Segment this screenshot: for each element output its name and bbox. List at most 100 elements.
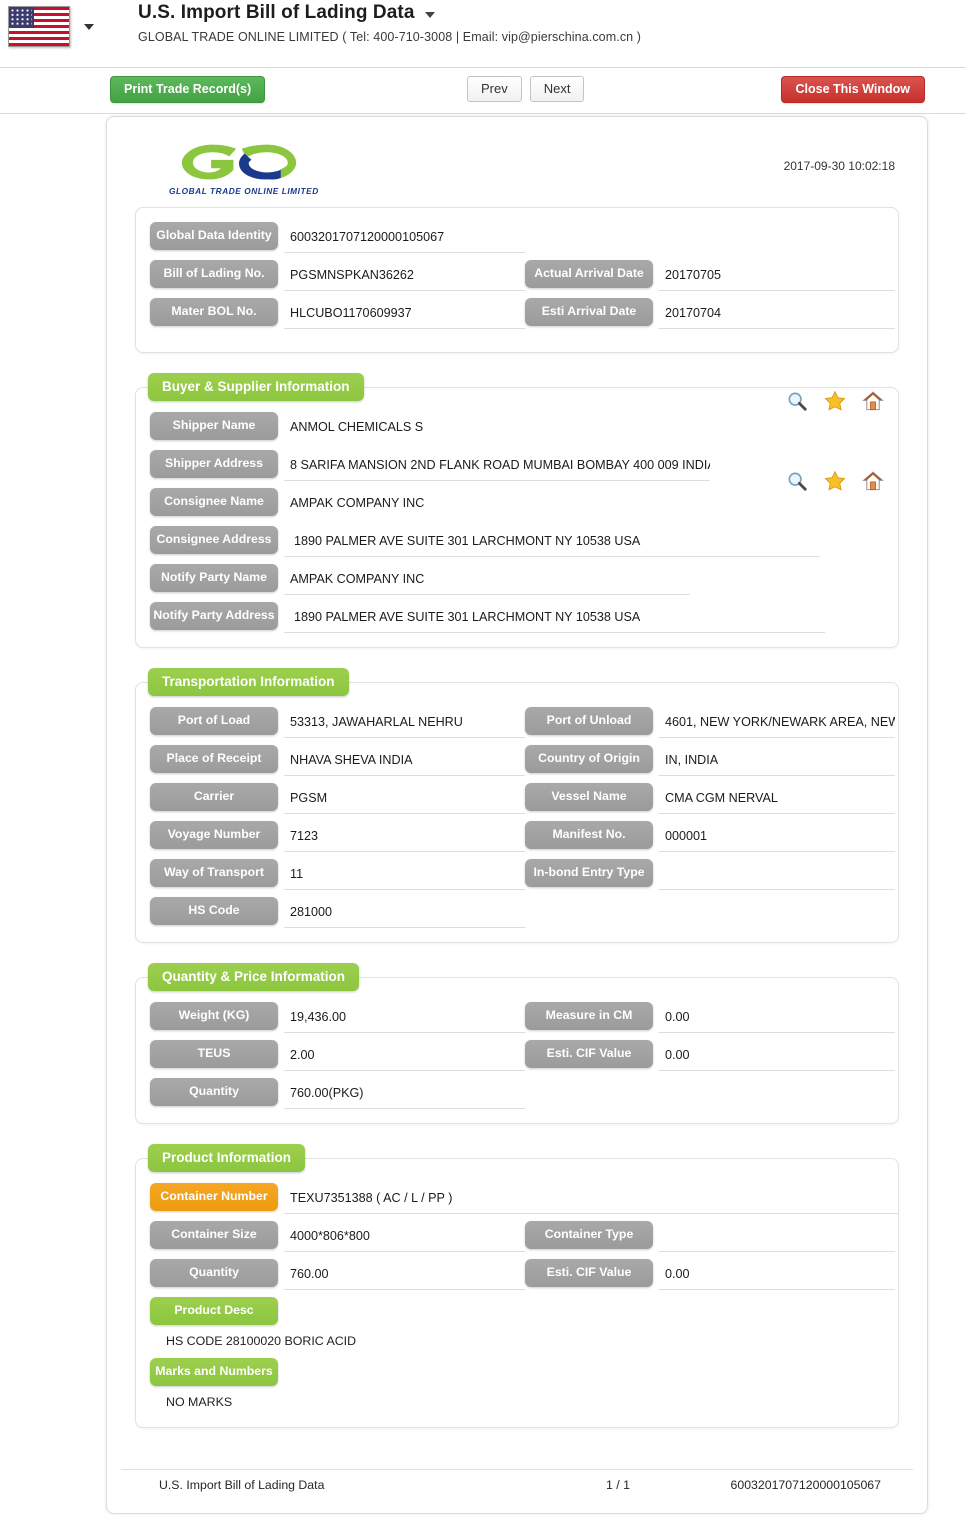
field-label: Consignee Address — [150, 526, 278, 554]
field-teus: TEUS 2.00 — [150, 1040, 525, 1071]
gto-logo: GLOBAL TRADE ONLINE LIMITED — [169, 139, 318, 196]
field-row: Shipper Name ANMOL CHEMICALS S — [150, 412, 884, 443]
field-esti-arrival-date: Esti Arrival Date 20170704 — [525, 298, 895, 329]
field-label: Port of Unload — [525, 707, 653, 735]
field-value: 1890 PALMER AVE SUITE 301 LARCHMONT NY 1… — [284, 602, 825, 633]
field-weight-kg: Weight (KG) 19,436.00 — [150, 1002, 525, 1033]
field-row: Product Desc — [150, 1297, 884, 1325]
shipper-actions — [786, 390, 884, 412]
product-desc-text: HS CODE 28100020 BORIC ACID — [166, 1333, 357, 1348]
field-consignee-name: Consignee Name AMPAK COMPANY INC — [150, 488, 710, 519]
field-product-desc-label: Product Desc — [150, 1297, 290, 1325]
field-value: 6003201707120000105067 — [284, 222, 525, 253]
field-row: Notify Party Address 1890 PALMER AVE SUI… — [150, 602, 884, 633]
field-label: Quantity — [150, 1259, 278, 1287]
field-value: 760.00(PKG) — [284, 1078, 525, 1109]
field-value: 281000 — [284, 897, 525, 928]
sheet-header: GLOBAL TRADE ONLINE LIMITED 2017-09-30 1… — [107, 131, 927, 207]
field-label: Esti. CIF Value — [525, 1259, 653, 1287]
transportation-card: Transportation Information Port of Load … — [135, 668, 899, 943]
transportation-legend: Transportation Information — [148, 668, 349, 696]
chevron-down-icon[interactable] — [84, 23, 94, 30]
identity-card: Global Data Identity 6003201707120000105… — [135, 207, 899, 353]
field-label: Container Type — [525, 1221, 653, 1249]
field-label: Esti Arrival Date — [525, 298, 653, 326]
field-row: Voyage Number 7123 Manifest No. 000001 — [150, 821, 895, 852]
field-label: Shipper Name — [150, 412, 278, 440]
field-label: Way of Transport — [150, 859, 278, 887]
next-button[interactable]: Next — [529, 76, 585, 102]
field-row: Place of Receipt NHAVA SHEVA INDIA Count… — [150, 745, 895, 776]
field-value: 7123 — [284, 821, 525, 852]
quantity-price-legend: Quantity & Price Information — [148, 963, 360, 991]
field-port-of-unload: Port of Unload 4601, NEW YORK/NEWARK ARE… — [525, 707, 895, 738]
app-header: U.S. Import Bill of Lading Data GLOBAL T… — [0, 0, 966, 68]
search-icon[interactable] — [786, 390, 808, 412]
company-contact-line: GLOBAL TRADE ONLINE LIMITED ( Tel: 400-7… — [138, 30, 642, 44]
field-mater-bol-no: Mater BOL No. HLCUBO1170609937 — [150, 298, 525, 329]
field-row: Port of Load 53313, JAWAHARLAL NEHRU Por… — [150, 707, 895, 738]
close-window-button[interactable]: Close This Window — [780, 76, 925, 103]
field-hs-code: HS Code 281000 — [150, 897, 525, 928]
star-icon[interactable] — [824, 390, 846, 412]
field-label: Esti. CIF Value — [525, 1040, 653, 1068]
field-label: Notify Party Address — [150, 602, 278, 630]
field-value — [659, 1221, 895, 1252]
field-label: Port of Load — [150, 707, 278, 735]
field-value: PGSM — [284, 783, 525, 814]
field-label: Shipper Address — [150, 450, 278, 478]
product-card: Product Information Container Number TEX… — [135, 1144, 899, 1428]
home-icon[interactable] — [862, 390, 884, 412]
field-label: Measure in CM — [525, 1002, 653, 1030]
page-title-text: U.S. Import Bill of Lading Data — [138, 2, 415, 23]
field-row: Mater BOL No. HLCUBO1170609937 Esti Arri… — [150, 298, 895, 329]
field-label: Bill of Lading No. — [150, 260, 278, 288]
field-shipper-address: Shipper Address 8 SARIFA MANSION 2ND FLA… — [150, 450, 710, 481]
field-row: Shipper Address 8 SARIFA MANSION 2ND FLA… — [150, 450, 884, 481]
field-port-of-load: Port of Load 53313, JAWAHARLAL NEHRU — [150, 707, 525, 738]
us-flag-icon — [8, 6, 70, 47]
field-label: Marks and Numbers — [150, 1357, 278, 1386]
record-navigation: Prev Next — [467, 76, 585, 102]
field-value: AMPAK COMPANY INC — [284, 564, 690, 595]
field-carrier: Carrier PGSM — [150, 783, 525, 814]
field-value: 53313, JAWAHARLAL NEHRU — [284, 707, 525, 738]
field-container-size: Container Size 4000*806*800 — [150, 1221, 525, 1252]
page-title: U.S. Import Bill of Lading Data — [138, 2, 641, 24]
field-place-of-receipt: Place of Receipt NHAVA SHEVA INDIA — [150, 745, 525, 776]
field-esti-cif-value: Esti. CIF Value 0.00 — [525, 1040, 895, 1071]
country-selector[interactable] — [8, 6, 94, 47]
field-value: 760.00 — [284, 1259, 525, 1290]
gto-logo-mark — [181, 144, 297, 180]
field-label: TEUS — [150, 1040, 278, 1068]
field-value: TEXU7351388 ( AC / L / PP ) — [284, 1183, 898, 1214]
field-label: Carrier — [150, 783, 278, 811]
footer-page-indicator: 1 / 1 — [606, 1478, 630, 1492]
field-label: Voyage Number — [150, 821, 278, 849]
title-chevron-down-icon[interactable] — [424, 12, 435, 18]
field-global-data-identity: Global Data Identity 6003201707120000105… — [150, 222, 525, 253]
title-block: U.S. Import Bill of Lading Data GLOBAL T… — [138, 2, 641, 44]
field-row: Consignee Address 1890 PALMER AVE SUITE … — [150, 526, 884, 557]
field-row: Container Number TEXU7351388 ( AC / L / … — [150, 1183, 898, 1214]
field-row: Container Size 4000*806*800 Container Ty… — [150, 1221, 895, 1252]
field-value: 20170705 — [659, 260, 895, 291]
print-trade-records-button[interactable]: Print Trade Record(s) — [110, 76, 266, 103]
field-row: Global Data Identity 6003201707120000105… — [150, 222, 884, 253]
field-label: Vessel Name — [525, 783, 653, 811]
field-quantity: Quantity 760.00(PKG) — [150, 1078, 525, 1109]
field-label: Actual Arrival Date — [525, 260, 653, 288]
field-row: Way of Transport 11 In-bond Entry Type — [150, 859, 895, 890]
field-value: 0.00 — [659, 1259, 895, 1290]
field-container-number: Container Number TEXU7351388 ( AC / L / … — [150, 1183, 898, 1214]
prev-button[interactable]: Prev — [467, 76, 522, 102]
field-value: 000001 — [659, 821, 895, 852]
field-row: HS Code 281000 — [150, 897, 884, 928]
field-way-of-transport: Way of Transport 11 — [150, 859, 525, 890]
field-row: Consignee Name AMPAK COMPANY INC — [150, 488, 884, 519]
field-label: Country of Origin — [525, 745, 653, 773]
field-row: Bill of Lading No. PGSMNSPKAN36262 Actua… — [150, 260, 895, 291]
field-label: Weight (KG) — [150, 1002, 278, 1030]
field-voyage-number: Voyage Number 7123 — [150, 821, 525, 852]
sheet-footer: U.S. Import Bill of Lading Data 1 / 1 60… — [121, 1469, 913, 1503]
